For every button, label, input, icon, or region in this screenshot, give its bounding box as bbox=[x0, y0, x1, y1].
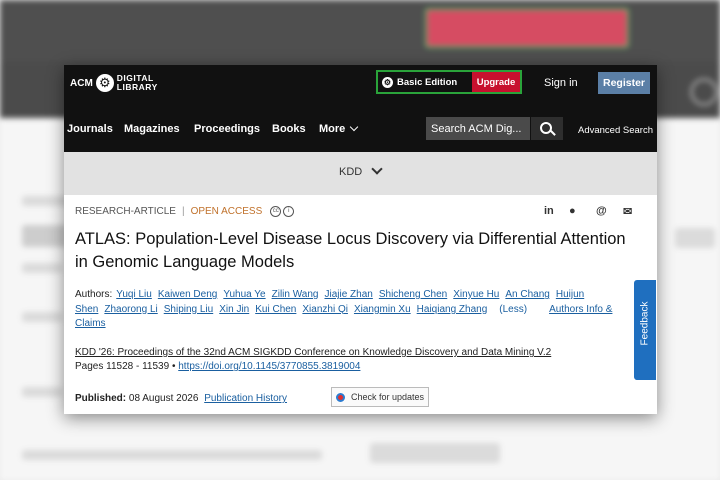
conference-link[interactable]: KDD '26: Proceedings of the 32nd ACM SIG… bbox=[75, 347, 645, 358]
search-button[interactable] bbox=[531, 117, 563, 140]
author-link[interactable]: Zilin Wang bbox=[272, 289, 319, 300]
author-link[interactable]: Kaiwen Deng bbox=[158, 289, 217, 300]
acm-gear-icon: ⚙ bbox=[95, 74, 114, 92]
nav-magazines[interactable]: Magazines bbox=[124, 123, 180, 135]
author-link[interactable]: Zhaorong Li bbox=[104, 304, 157, 315]
threads-icon[interactable]: @ bbox=[596, 205, 607, 217]
author-link[interactable]: Yuqi Liu bbox=[116, 289, 152, 300]
authors-label: Authors: bbox=[75, 289, 113, 300]
published-date: 08 August 2026 bbox=[128, 393, 199, 404]
check-for-updates-button[interactable]: Check for updates bbox=[331, 387, 429, 407]
author-link[interactable]: Haiqiang Zhang bbox=[417, 304, 488, 315]
nav-books[interactable]: Books bbox=[272, 123, 306, 135]
article-meta: RESEARCH-ARTICLE | OPEN ACCESS cc i bbox=[75, 206, 295, 217]
venue-label: KDD bbox=[339, 166, 363, 178]
author-link[interactable]: An Chang bbox=[505, 289, 549, 300]
feedback-label: Feedback bbox=[639, 301, 651, 346]
by-icon: i bbox=[283, 206, 295, 217]
chevron-down-icon bbox=[350, 122, 359, 132]
nav-journals[interactable]: Journals bbox=[67, 123, 113, 135]
author-link[interactable]: Yuhua Ye bbox=[223, 289, 265, 300]
feedback-tab[interactable]: Feedback bbox=[634, 280, 656, 380]
author-link[interactable]: Jiajie Zhan bbox=[324, 289, 372, 300]
author-link[interactable]: Shiping Liu bbox=[164, 304, 213, 315]
top-bar: ACM ⚙ DIGITAL LIBRARY ⚙ Basic Edition Upgr… bbox=[64, 65, 657, 107]
nav-proceedings[interactable]: Proceedings bbox=[194, 123, 260, 135]
author-link[interactable]: Xianzhi Qi bbox=[302, 304, 348, 315]
open-access-label: OPEN ACCESS bbox=[190, 206, 263, 217]
bullet-separator: • bbox=[171, 361, 176, 372]
page-range: Pages 11528 - 11539 bbox=[75, 361, 170, 372]
author-link[interactable]: Xinyue Hu bbox=[453, 289, 499, 300]
logo-dl-text: DIGITAL LIBRARY bbox=[116, 73, 158, 92]
logo-acm-text: ACM bbox=[70, 77, 93, 89]
check-updates-label: Check for updates bbox=[351, 392, 425, 402]
publication-history-link[interactable]: Publication History bbox=[204, 393, 287, 404]
pages-doi: Pages 11528 - 11539 • https://doi.org/10… bbox=[75, 361, 360, 372]
search-input[interactable]: Search ACM Dig... bbox=[426, 117, 530, 140]
email-icon[interactable]: ✉ bbox=[623, 205, 632, 218]
advanced-search-link[interactable]: Advanced Search bbox=[578, 125, 653, 136]
article-title: ATLAS: Population-Level Disease Locus Di… bbox=[75, 230, 626, 271]
less-authors-toggle[interactable]: (Less) bbox=[499, 304, 527, 315]
acm-badge-icon: ⚙ bbox=[382, 76, 393, 88]
register-button[interactable]: Register bbox=[598, 72, 650, 94]
upgrade-button[interactable]: Upgrade bbox=[472, 72, 520, 92]
crossmark-icon bbox=[336, 392, 345, 402]
separator: | bbox=[181, 206, 185, 217]
upgrade-banner[interactable]: ⚙ Basic Edition Upgrade bbox=[376, 70, 522, 94]
venue-bar[interactable]: KDD bbox=[64, 152, 657, 195]
author-link[interactable]: Kui Chen bbox=[255, 304, 296, 315]
article-screenshot: ACM ⚙ DIGITAL LIBRARY ⚙ Basic Edition Upgr… bbox=[64, 65, 657, 414]
published-label: Published: bbox=[75, 393, 127, 404]
author-link[interactable]: Shicheng Chen bbox=[379, 289, 447, 300]
author-list: Authors: Yuqi Liu Kaiwen Deng Yuhua Ye Zilin… bbox=[75, 288, 645, 332]
chevron-down-icon bbox=[371, 163, 383, 175]
doi-link[interactable]: https://doi.org/10.1145/3770855.3819004 bbox=[178, 361, 360, 372]
cc-icon: cc bbox=[270, 206, 282, 217]
article-type: RESEARCH-ARTICLE bbox=[75, 206, 176, 217]
author-link[interactable]: Xin Jin bbox=[219, 304, 249, 315]
publication-info: Published: 08 August 2026 Publication Hi… bbox=[75, 393, 287, 404]
nav-more[interactable]: More bbox=[319, 122, 359, 135]
basic-edition: ⚙ Basic Edition bbox=[378, 72, 472, 92]
acm-dl-logo[interactable]: ACM ⚙ DIGITAL LIBRARY bbox=[70, 74, 158, 92]
sign-in-link[interactable]: Sign in bbox=[544, 77, 578, 89]
main-nav: Journals Magazines Proceedings Books Mor… bbox=[64, 107, 657, 152]
author-link[interactable]: Xiangmin Xu bbox=[354, 304, 411, 315]
reddit-icon[interactable]: ● bbox=[569, 205, 576, 217]
linkedin-icon[interactable]: in bbox=[544, 205, 554, 217]
